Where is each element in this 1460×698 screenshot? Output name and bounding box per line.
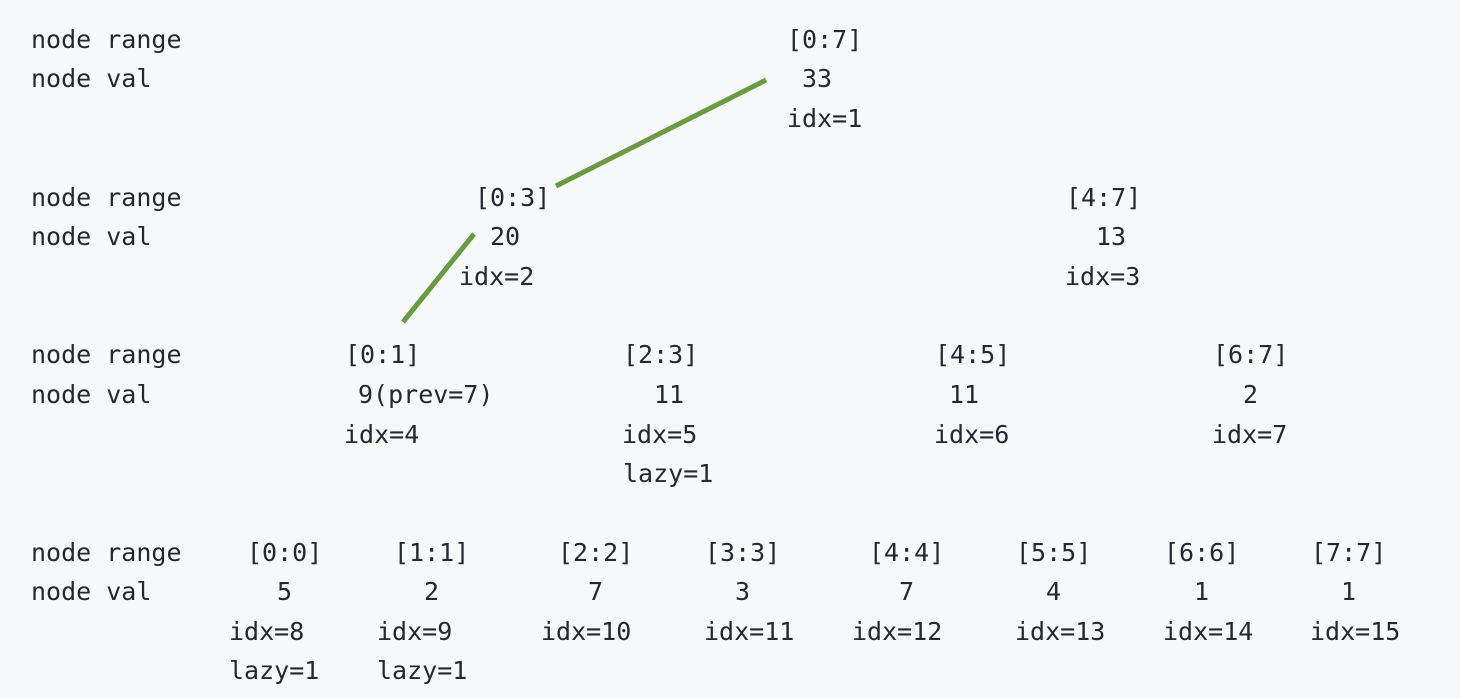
node-range: [2:3] — [623, 340, 699, 369]
node-idx: idx=5 — [622, 420, 698, 449]
node-range: [0:1] — [345, 340, 421, 369]
node-val: 1 — [1194, 577, 1210, 606]
node-idx: idx=8 — [229, 617, 305, 646]
node-idx: idx=15 — [1310, 617, 1401, 646]
node-lazy: lazy=1 — [229, 656, 320, 685]
node-val: 3 — [735, 577, 751, 606]
node-val: 9(prev=7) — [358, 380, 494, 409]
node-idx: idx=6 — [934, 420, 1010, 449]
node-val: 13 — [1096, 222, 1127, 251]
row-label-val: node val — [31, 577, 152, 606]
node-range: [1:1] — [394, 538, 470, 567]
node-range: [2:2] — [558, 538, 634, 567]
node-range: [0:3] — [475, 183, 551, 212]
node-range: [6:7] — [1213, 340, 1289, 369]
node-idx: idx=10 — [541, 617, 632, 646]
edge-idx1-idx2 — [554, 77, 768, 189]
node-range: [7:7] — [1311, 538, 1387, 567]
row-label-val: node val — [31, 64, 152, 93]
node-idx: idx=3 — [1065, 262, 1141, 291]
node-lazy: lazy=1 — [377, 656, 468, 685]
node-val: 2 — [1243, 380, 1259, 409]
node-range: [0:7] — [787, 25, 863, 54]
node-val: 1 — [1341, 577, 1357, 606]
node-idx: idx=4 — [344, 420, 420, 449]
node-range: [4:4] — [869, 538, 945, 567]
node-val: 7 — [899, 577, 915, 606]
node-idx: idx=12 — [852, 617, 943, 646]
node-val: 7 — [588, 577, 604, 606]
node-range: [0:0] — [247, 538, 323, 567]
node-val: 2 — [424, 577, 440, 606]
node-range: [4:7] — [1066, 183, 1142, 212]
node-val: 11 — [654, 380, 685, 409]
node-idx: idx=1 — [787, 104, 863, 133]
node-idx: idx=2 — [459, 262, 535, 291]
node-idx: idx=9 — [377, 617, 453, 646]
node-val: 20 — [490, 222, 521, 251]
node-val: 4 — [1046, 577, 1062, 606]
node-idx: idx=14 — [1163, 617, 1254, 646]
row-label-range: node range — [31, 340, 182, 369]
node-idx: idx=13 — [1015, 617, 1106, 646]
node-range: [5:5] — [1016, 538, 1092, 567]
node-range: [6:6] — [1164, 538, 1240, 567]
row-label-range: node range — [31, 25, 182, 54]
node-range: [4:5] — [935, 340, 1011, 369]
node-idx: idx=11 — [704, 617, 795, 646]
row-label-range: node range — [31, 183, 182, 212]
node-lazy: lazy=1 — [623, 459, 714, 488]
node-val: 33 — [802, 64, 833, 93]
row-label-val: node val — [31, 380, 152, 409]
node-idx: idx=7 — [1212, 420, 1288, 449]
node-val: 11 — [949, 380, 980, 409]
node-range: [3:3] — [705, 538, 781, 567]
row-label-range: node range — [31, 538, 182, 567]
node-val: 5 — [277, 577, 293, 606]
row-label-val: node val — [31, 222, 152, 251]
